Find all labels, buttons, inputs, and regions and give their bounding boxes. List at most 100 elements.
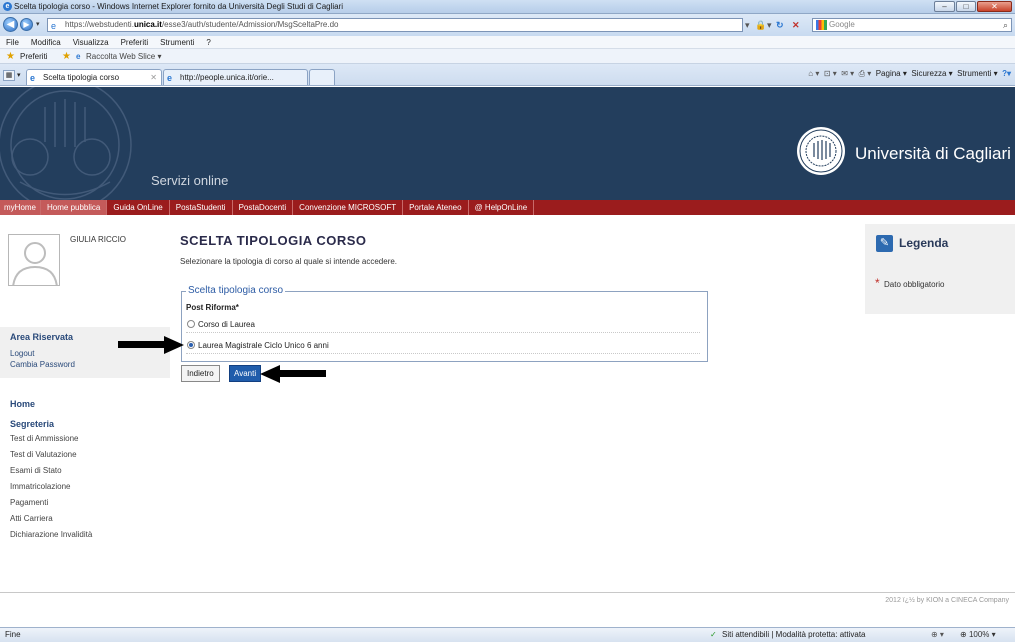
university-logo-icon — [797, 127, 845, 175]
forward-arrow-icon[interactable]: ▶ — [20, 18, 33, 31]
nav-myhome[interactable]: myHome — [0, 200, 42, 215]
nav-convenzione-microsoft[interactable]: Convenzione MICROSOFT — [293, 200, 404, 215]
favorites-button[interactable]: Preferiti — [20, 49, 48, 64]
nav-poststudenti[interactable]: PostaStudenti — [170, 200, 233, 215]
user-silhouette-icon — [12, 242, 58, 285]
web-slice-icon: e — [76, 52, 81, 61]
legenda-title: Legenda — [899, 236, 949, 250]
sidebar-item-atti-carriera[interactable]: Atti Carriera — [10, 514, 53, 523]
url-prefix: https://webstudenti. — [65, 20, 134, 29]
window-title: Scelta tipologia corso - Windows Interne… — [14, 2, 344, 11]
search-placeholder: Google — [829, 20, 855, 29]
address-bar[interactable]: e https://webstudenti.unica.it/esse3/aut… — [47, 18, 743, 32]
ie-icon: e — [167, 73, 173, 83]
stop-icon[interactable]: ✕ — [792, 19, 800, 31]
sidebar-item-test-valutazione[interactable]: Test di Valutazione — [10, 450, 77, 459]
option-laurea-magistrale[interactable]: Laurea Magistrale Ciclo Unico 6 anni — [186, 337, 700, 354]
zoom-level[interactable]: ⊕ 100% ▾ — [960, 628, 996, 642]
maximize-button[interactable]: □ — [956, 1, 976, 12]
menu-file[interactable]: File — [6, 38, 19, 47]
sidebar-home[interactable]: Home — [10, 399, 35, 409]
indietro-button[interactable]: Indietro — [181, 365, 220, 382]
dropdown-icon[interactable]: ▾ — [767, 19, 772, 31]
web-slice-gallery[interactable]: Raccolta Web Slice ▾ — [86, 49, 161, 64]
tab-scelta-tipologia[interactable]: e Scelta tipologia corso ✕ — [26, 69, 162, 85]
menu-strumenti[interactable]: Strumenti — [160, 38, 194, 47]
intro-text: Selezionare la tipologia di corso al qua… — [180, 257, 398, 266]
home-icon[interactable]: ⌂ ▾ — [808, 69, 819, 78]
menu-visualizza[interactable]: Visualizza — [73, 38, 109, 47]
option-corso-di-laurea[interactable]: Corso di Laurea — [186, 316, 700, 333]
menu-preferiti[interactable]: Preferiti — [121, 38, 149, 47]
menu-bar: File Modifica Visualizza Preferiti Strumenti… — [0, 36, 1015, 49]
pagina-menu[interactable]: Pagina ▾ — [876, 69, 907, 78]
protected-mode-icon[interactable]: ⊕ ▾ — [931, 628, 944, 642]
search-input[interactable]: Google ⌕ — [812, 18, 1012, 32]
sidebar-item-esami-stato[interactable]: Esami di Stato — [10, 466, 62, 475]
option-label: Corso di Laurea — [198, 320, 255, 329]
tab-people-unica[interactable]: e http://people.unica.it/orie... — [163, 69, 308, 85]
close-window-button[interactable]: ✕ — [977, 1, 1012, 12]
radio-corso-di-laurea[interactable] — [187, 320, 195, 328]
minimize-button[interactable]: – — [934, 1, 955, 12]
tab-list-dropdown-icon[interactable]: ▾ — [17, 71, 21, 79]
sidebar-item-test-ammissione[interactable]: Test di Ammissione — [10, 434, 78, 443]
cambia-password-link[interactable]: Cambia Password — [10, 360, 75, 369]
sidebar-segreteria[interactable]: Segreteria — [10, 419, 54, 429]
nav-helponline[interactable]: @ HelpOnLine — [469, 200, 535, 215]
post-riforma-label: Post Riforma* — [186, 303, 239, 312]
logout-link[interactable]: Logout — [10, 349, 34, 358]
university-name: Università di Cagliari — [855, 144, 1011, 163]
tab-label: http://people.unica.it/orie... — [180, 73, 274, 82]
address-row: ◀ ▶ ▾ e https://webstudenti.unica.it/ess… — [0, 14, 1015, 36]
status-bar: Fine ✓ Siti attendibili | Modalità prote… — [0, 627, 1015, 642]
sidebar: GIULIA RICCIO Area Riservata Logout Camb… — [0, 215, 170, 592]
annotation-arrow-right-icon — [260, 365, 326, 383]
ie-icon: e — [3, 2, 12, 11]
ie-icon: e — [30, 73, 36, 83]
security-zone[interactable]: Siti attendibili | Modalità protetta: at… — [722, 628, 866, 642]
back-arrow-icon[interactable]: ◀ — [3, 17, 18, 32]
university-seal-watermark — [0, 87, 132, 200]
tab-label: Scelta tipologia corso — [43, 73, 120, 82]
nav-home-pubblica[interactable]: Home pubblica — [41, 200, 108, 215]
refresh-icon[interactable]: ↻ — [776, 19, 784, 31]
site-header: Servizi online Università di Cagliari — [0, 87, 1015, 200]
address-dropdown-icon[interactable]: ▾ — [745, 19, 750, 31]
help-icon[interactable]: ?▾ — [1002, 69, 1011, 78]
new-tab-button[interactable] — [309, 69, 335, 85]
window-titlebar: e Scelta tipologia corso - Windows Inter… — [0, 0, 1015, 14]
star-icon: ★ — [6, 51, 15, 62]
radio-laurea-magistrale[interactable] — [187, 341, 195, 349]
option-label: Laurea Magistrale Ciclo Unico 6 anni — [198, 341, 329, 350]
zoom-value: 100% — [968, 630, 990, 639]
copyright-text: 2012 ï¿½ by KION a CINECA Company — [885, 597, 1009, 604]
mail-icon[interactable]: ✉ ▾ — [841, 69, 854, 78]
page-title: SCELTA TIPOLOGIA CORSO — [180, 233, 367, 248]
sidebar-item-pagamenti[interactable]: Pagamenti — [10, 498, 48, 507]
sidebar-item-dichiarazione-invalidita[interactable]: Dichiarazione Invalidità — [10, 530, 92, 539]
feeds-icon[interactable]: ⊡ ▾ — [824, 69, 837, 78]
pencil-icon: ✎ — [876, 235, 893, 252]
strumenti-menu[interactable]: Strumenti ▾ — [957, 69, 997, 78]
nav-postadocenti[interactable]: PostaDocenti — [233, 200, 294, 215]
page-icon: e — [51, 21, 57, 31]
history-dropdown-icon[interactable]: ▾ — [36, 20, 40, 28]
avanti-button[interactable]: Avanti — [229, 365, 262, 382]
avatar — [8, 234, 60, 286]
nav-guida-online[interactable]: Guida OnLine — [107, 200, 170, 215]
menu-modifica[interactable]: Modifica — [31, 38, 61, 47]
legenda-box: ✎ Legenda * Dato obbligatorio — [865, 224, 1015, 314]
sicurezza-menu[interactable]: Sicurezza ▾ — [911, 69, 952, 78]
url-path: /esse3/auth/studente/Admission/MsgScelta… — [161, 20, 339, 29]
command-bar: ⌂ ▾ ⊡ ▾ ✉ ▾ ⎙ ▾ Pagina ▾ Sicurezza ▾ Str… — [808, 66, 1011, 82]
nav-portale-ateneo[interactable]: Portale Ateneo — [403, 200, 469, 215]
close-tab-icon[interactable]: ✕ — [150, 70, 157, 85]
add-favorite-icon[interactable]: ★ — [62, 49, 71, 64]
quick-tabs-icon[interactable]: ▦ — [3, 70, 15, 81]
sidebar-item-immatricolazione[interactable]: Immatricolazione — [10, 482, 70, 491]
search-icon[interactable]: ⌕ — [1003, 19, 1008, 31]
print-icon[interactable]: ⎙ ▾ — [859, 69, 872, 78]
menu-help[interactable]: ? — [206, 38, 210, 47]
lock-icon[interactable]: 🔒 — [755, 19, 766, 31]
